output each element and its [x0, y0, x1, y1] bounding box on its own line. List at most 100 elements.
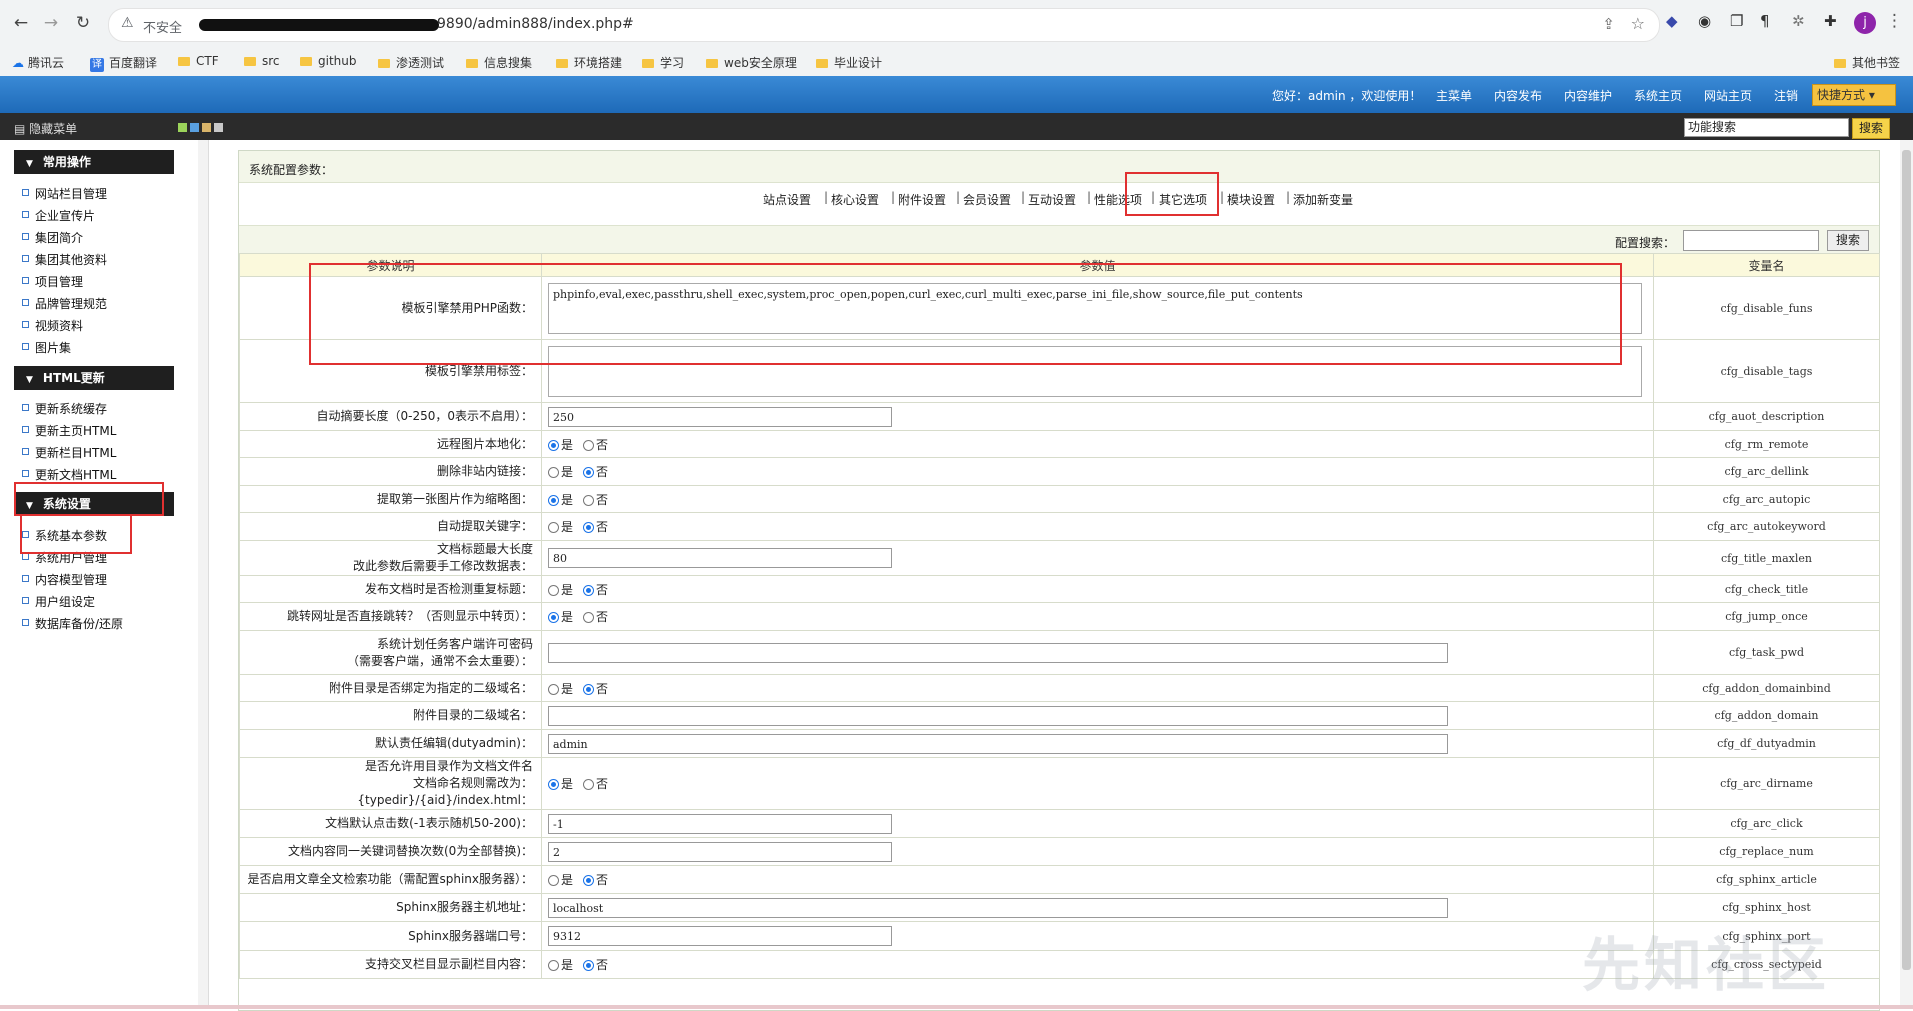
param-text-input[interactable]: 2 [548, 841, 892, 862]
paragraph-extension-icon[interactable]: ¶ [1760, 12, 1770, 30]
forward-icon[interactable]: → [40, 12, 62, 34]
bookmark-item[interactable]: 渗透测试 [378, 54, 444, 71]
bookmark-item[interactable]: 学习 [642, 54, 684, 71]
sidebar-item[interactable]: 用户组设定 [22, 593, 95, 610]
sidebar-item[interactable]: 集团其他资料 [22, 251, 107, 268]
tab-attachment[interactable]: 附件设置 [898, 191, 946, 208]
radio-option-yes[interactable]: 是 [548, 465, 573, 479]
radio-icon[interactable] [583, 522, 595, 533]
radio-icon[interactable] [548, 683, 559, 695]
radio-option-yes[interactable]: 是 [548, 682, 573, 696]
back-icon[interactable]: ← [10, 12, 32, 34]
radio-option-no[interactable]: 否 [583, 777, 608, 791]
radio-option-yes[interactable]: 是 [548, 438, 573, 452]
sidebar-item[interactable]: 数据库备份/还原 [22, 615, 123, 632]
sidebar-item[interactable]: 更新主页HTML [22, 422, 116, 439]
param-text-input[interactable]: admin [548, 733, 1448, 754]
scrollbar-thumb[interactable] [1902, 150, 1911, 970]
skin-blue-icon[interactable] [190, 123, 199, 132]
radio-icon[interactable] [548, 494, 559, 506]
bookmark-item[interactable]: github [300, 54, 356, 68]
tab-member[interactable]: 会员设置 [963, 191, 1011, 208]
radio-icon[interactable] [583, 584, 595, 596]
quick-menu-button[interactable]: 快捷方式 ▾ [1812, 84, 1896, 106]
radio-icon[interactable] [548, 467, 559, 478]
radio-option-yes[interactable]: 是 [548, 958, 573, 972]
nav-logout[interactable]: 注销 [1774, 87, 1798, 104]
sidebar-item[interactable]: 集团简介 [22, 229, 83, 246]
radio-icon[interactable] [548, 522, 559, 533]
radio-icon[interactable] [583, 875, 595, 886]
puzzle-icon[interactable]: ✚ [1824, 12, 1837, 30]
radio-icon[interactable] [583, 683, 595, 695]
sidebar-item[interactable]: 图片集 [22, 339, 71, 356]
radio-option-yes[interactable]: 是 [548, 520, 573, 534]
circle-extension-icon[interactable]: ◉ [1698, 12, 1711, 30]
radio-option-no[interactable]: 否 [583, 438, 608, 452]
radio-option-yes[interactable]: 是 [548, 610, 573, 624]
browser-menu-icon[interactable]: ⋮ [1886, 11, 1903, 31]
bookmark-item[interactable]: ☁ 腾讯云 [12, 54, 64, 71]
radio-option-no[interactable]: 否 [583, 682, 608, 696]
sidebar-section-common[interactable]: ▼ 常用操作 [14, 150, 174, 174]
bookmark-item[interactable]: 毕业设计 [816, 54, 882, 71]
sidebar-item[interactable]: 更新栏目HTML [22, 444, 116, 461]
radio-icon[interactable] [583, 467, 595, 478]
sidebar-section-html[interactable]: ▼ HTML更新 [14, 366, 174, 390]
radio-option-yes[interactable]: 是 [548, 777, 573, 791]
radio-icon[interactable] [583, 439, 595, 451]
sidebar-item[interactable]: 视频资料 [22, 317, 83, 334]
tab-module[interactable]: 模块设置 [1227, 191, 1275, 208]
radio-icon[interactable] [583, 494, 595, 506]
bookmark-item[interactable]: web安全原理 [706, 54, 797, 71]
profile-avatar[interactable]: j [1854, 12, 1876, 34]
other-bookmarks[interactable]: 其他书签 [1834, 54, 1900, 71]
radio-option-no[interactable]: 否 [583, 465, 608, 479]
nav-publish[interactable]: 内容发布 [1494, 87, 1542, 104]
radio-option-no[interactable]: 否 [583, 520, 608, 534]
radio-option-yes[interactable]: 是 [548, 873, 573, 887]
sidebar-item[interactable]: 企业宣传片 [22, 207, 95, 224]
bookmark-item[interactable]: src [244, 54, 280, 68]
skin-tan-icon[interactable] [202, 123, 211, 132]
tab-core[interactable]: 核心设置 [831, 191, 879, 208]
radio-icon[interactable] [548, 960, 559, 971]
config-search-button[interactable]: 搜索 [1827, 230, 1869, 251]
radio-option-no[interactable]: 否 [583, 958, 608, 972]
sidebar-item[interactable]: 网站栏目管理 [22, 185, 107, 202]
radio-icon[interactable] [548, 439, 559, 451]
bookmark-item[interactable]: 译百度翻译 [90, 54, 157, 72]
param-text-input[interactable] [548, 705, 1448, 726]
tab-add-variable[interactable]: 添加新变量 [1293, 191, 1353, 208]
radio-option-no[interactable]: 否 [583, 583, 608, 597]
nav-main-menu[interactable]: 主菜单 [1436, 87, 1472, 104]
function-search-input[interactable]: 功能搜索 [1684, 118, 1849, 137]
address-bar[interactable]: ⚠ 不安全 9890/admin888/index.php# ⇪ ☆ [108, 8, 1660, 42]
param-text-input[interactable] [548, 642, 1448, 663]
tab-interaction[interactable]: 互动设置 [1028, 191, 1076, 208]
nav-system-home[interactable]: 系统主页 [1634, 87, 1682, 104]
radio-icon[interactable] [583, 779, 595, 790]
sidebar-item[interactable]: 更新系统缓存 [22, 400, 107, 417]
function-search-button[interactable]: 搜索 [1852, 118, 1890, 139]
sidebar-item[interactable]: 项目管理 [22, 273, 83, 290]
config-search-input[interactable] [1683, 230, 1819, 251]
bookmark-item[interactable]: 环境搭建 [556, 54, 622, 71]
reload-icon[interactable]: ↻ [72, 12, 94, 34]
bookmark-item[interactable]: 信息搜集 [466, 54, 532, 71]
radio-icon[interactable] [583, 960, 595, 971]
radio-icon[interactable] [583, 612, 595, 623]
tab-site[interactable]: 站点设置 [763, 191, 811, 208]
copy-extension-icon[interactable]: ❐ [1730, 12, 1743, 30]
radio-icon[interactable] [548, 584, 559, 596]
radio-icon[interactable] [548, 779, 559, 790]
extension-icon[interactable]: ◆ [1666, 12, 1678, 30]
radio-icon[interactable] [548, 875, 559, 886]
bookmark-star-icon[interactable]: ☆ [1631, 14, 1645, 33]
nav-site-home[interactable]: 网站主页 [1704, 87, 1752, 104]
nav-maintain[interactable]: 内容维护 [1564, 87, 1612, 104]
param-text-input[interactable]: -1 [548, 813, 892, 834]
hide-menu-toggle[interactable]: ▤ 隐藏菜单 [14, 120, 77, 137]
param-text-input[interactable]: 9312 [548, 926, 892, 946]
radio-option-no[interactable]: 否 [583, 493, 608, 507]
